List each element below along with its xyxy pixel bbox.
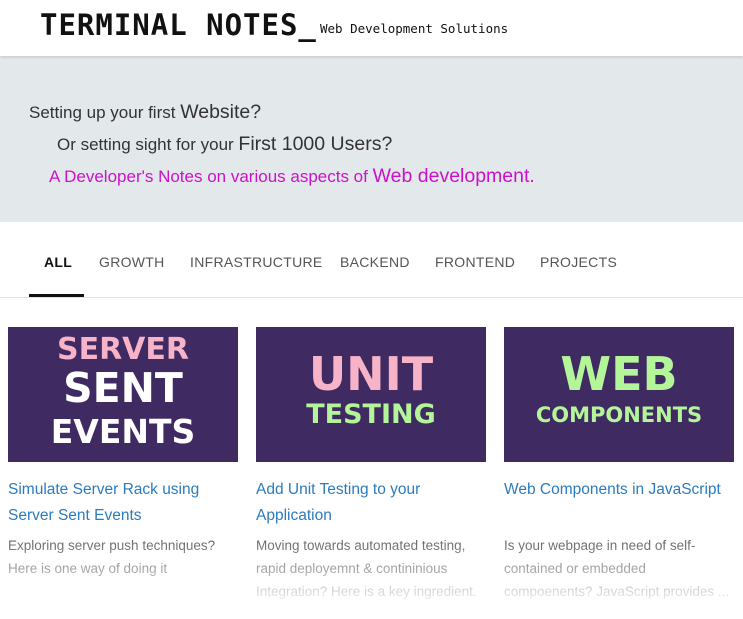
post-thumbnail[interactable]: UNIT TESTING (256, 327, 486, 462)
post-thumbnail[interactable]: SERVER SENT EVENTS (8, 327, 238, 462)
thumbnail-word: TESTING (306, 399, 436, 430)
hero-line-users-text: Or setting sight for your (57, 135, 239, 154)
post-title-link[interactable]: Simulate Server Rack using Server Sent E… (8, 477, 238, 529)
hero-line-website-emphasis: Website? (180, 101, 262, 123)
post-card-unit-testing[interactable]: UNIT TESTING Add Unit Testing to your Ap… (256, 327, 486, 599)
tab-projects[interactable]: PROJECTS (540, 254, 617, 270)
tab-frontend[interactable]: FRONTEND (435, 254, 515, 270)
category-tabs: ALL GROWTH INFRASTRUCTURE BACKEND FRONTE… (0, 222, 743, 298)
hero-line-users-emphasis: First 1000 Users? (238, 133, 393, 155)
thumbnail-word: UNIT (308, 347, 434, 401)
post-title-link[interactable]: Add Unit Testing to your Application (256, 477, 486, 529)
site-tagline: Web Development Solutions (320, 21, 509, 36)
hero-line-notes-emphasis: Web development. (372, 165, 535, 187)
site-logo[interactable]: TERMINAL NOTES_ (40, 8, 317, 42)
post-excerpt: Moving towards automated testing, rapid … (256, 538, 477, 599)
thumbnail-word: SENT (63, 364, 183, 412)
active-tab-indicator (29, 294, 84, 297)
hero-line-users: Or setting sight for your First 1000 Use… (57, 133, 392, 156)
tab-all[interactable]: ALL (44, 254, 72, 270)
tab-growth[interactable]: GROWTH (99, 254, 165, 270)
thumbnail-word: COMPONENTS (535, 403, 703, 427)
post-excerpt: Is your webpage in need of self-containe… (504, 538, 730, 599)
tab-backend[interactable]: BACKEND (340, 254, 410, 270)
hero-banner: Setting up your first Website? Or settin… (0, 56, 743, 222)
thumbnail-word: EVENTS (50, 412, 196, 451)
tab-infrastructure[interactable]: INFRASTRUCTURE (190, 254, 323, 270)
hero-line-notes-text: A Developer's Notes on various aspects o… (49, 167, 373, 186)
post-card-web-components[interactable]: WEB COMPONENTS Web Components in JavaScr… (504, 327, 734, 599)
hero-line-website-text: Setting up your first (29, 103, 181, 122)
thumbnail-word: WEB (560, 347, 678, 401)
site-header: TERMINAL NOTES_ Web Development Solution… (0, 0, 743, 56)
hero-line-website: Setting up your first Website? (29, 101, 261, 124)
thumbnail-word: SERVER (56, 332, 189, 367)
post-title-link[interactable]: Web Components in JavaScript (504, 477, 734, 503)
post-thumbnail[interactable]: WEB COMPONENTS (504, 327, 734, 462)
post-excerpt: Exploring server push techniques? Here i… (8, 538, 216, 576)
hero-line-notes: A Developer's Notes on various aspects o… (49, 165, 535, 188)
post-card-server-sent-events[interactable]: SERVER SENT EVENTS Simulate Server Rack … (8, 327, 238, 576)
